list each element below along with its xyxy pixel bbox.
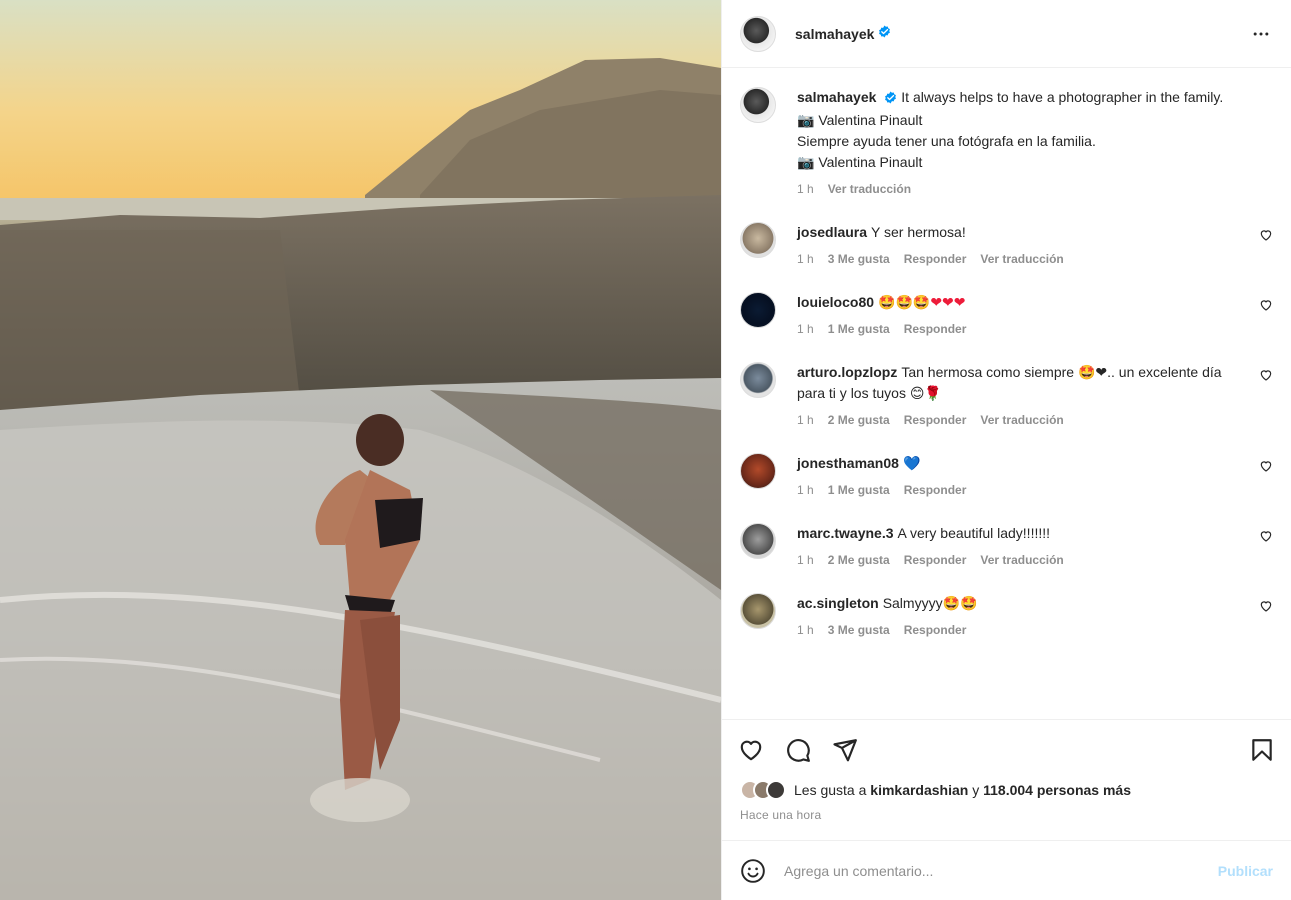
- likes-count[interactable]: 1 Me gusta: [828, 483, 890, 497]
- bookmark-icon[interactable]: [1249, 737, 1275, 763]
- comment-username[interactable]: josedlaura: [797, 224, 867, 240]
- caption-username[interactable]: salmahayek: [797, 89, 876, 105]
- caption-line: It always helps to have a photographer i…: [901, 89, 1224, 105]
- verified-badge-icon: [884, 89, 897, 110]
- reply-button[interactable]: Responder: [904, 623, 967, 637]
- caption-text: salmahayek It always helps to have a pho…: [797, 87, 1243, 173]
- translate-link[interactable]: Ver traducción: [980, 553, 1063, 567]
- post-timestamp: Hace una hora: [740, 808, 822, 822]
- heart-icon[interactable]: [1259, 599, 1273, 618]
- comment-text: 💙: [902, 455, 921, 471]
- comment-icon[interactable]: [785, 737, 811, 763]
- publish-button[interactable]: Publicar: [1218, 863, 1273, 879]
- verified-badge-icon: [878, 25, 891, 43]
- translate-link[interactable]: Ver traducción: [980, 252, 1063, 266]
- comment-username[interactable]: jonesthaman08: [797, 455, 899, 471]
- comment-row: jonesthaman08 💙 1 h 1 Me gusta Responder: [740, 453, 1273, 497]
- heart-icon[interactable]: [1259, 298, 1273, 317]
- liker-username[interactable]: kimkardashian: [870, 782, 968, 798]
- caption-line: Siempre ayuda tener una fotógrafa en la …: [797, 133, 1096, 149]
- reply-button[interactable]: Responder: [904, 322, 967, 336]
- likes-count[interactable]: 2 Me gusta: [828, 553, 890, 567]
- comment-text: Salmyyyy🤩🤩: [882, 595, 978, 611]
- comment-row: marc.twayne.3 A very beautiful lady!!!!!!…: [740, 523, 1273, 567]
- timestamp: 1 h: [797, 483, 814, 497]
- translate-link[interactable]: Ver traducción: [980, 413, 1063, 427]
- avatar[interactable]: [740, 222, 776, 258]
- likes-prefix: Les gusta a: [794, 782, 867, 798]
- post-actions: [722, 719, 1291, 779]
- post-caption: salmahayek It always helps to have a pho…: [740, 87, 1273, 196]
- beach-photo: [0, 0, 721, 900]
- comment-username[interactable]: marc.twayne.3: [797, 525, 894, 541]
- post-side-panel: salmahayek salmahayek It always helps to…: [721, 0, 1291, 900]
- comment-text: Y ser hermosa!: [871, 224, 966, 240]
- comment-username[interactable]: ac.singleton: [797, 595, 879, 611]
- avatar: [766, 780, 786, 800]
- timestamp: 1 h: [797, 182, 814, 196]
- translate-link[interactable]: Ver traducción: [828, 182, 911, 196]
- timestamp: 1 h: [797, 553, 814, 567]
- liker-avatars: [740, 780, 786, 800]
- post-header: salmahayek: [722, 0, 1291, 68]
- comments-list[interactable]: salmahayek It always helps to have a pho…: [722, 69, 1291, 719]
- caption-meta: 1 h Ver traducción: [797, 182, 1243, 196]
- comment-input[interactable]: [784, 862, 1218, 879]
- caption-line: 📷 Valentina Pinault: [797, 154, 923, 170]
- avatar[interactable]: [740, 453, 776, 489]
- send-icon[interactable]: [832, 737, 858, 763]
- caption-line: 📷 Valentina Pinault: [797, 112, 923, 128]
- timestamp: 1 h: [797, 413, 814, 427]
- avatar[interactable]: [740, 87, 776, 123]
- reply-button[interactable]: Responder: [904, 483, 967, 497]
- avatar[interactable]: [740, 15, 776, 52]
- heart-icon[interactable]: [738, 737, 764, 763]
- comment-username[interactable]: arturo.lopzlopz: [797, 364, 897, 380]
- timestamp: 1 h: [797, 623, 814, 637]
- comment-text: A very beautiful lady!!!!!!!: [897, 525, 1051, 541]
- comment-text: 🤩🤩🤩❤❤❤: [878, 294, 966, 310]
- avatar[interactable]: [740, 523, 776, 559]
- header-username[interactable]: salmahayek: [795, 26, 874, 42]
- timestamp: 1 h: [797, 252, 814, 266]
- heart-icon[interactable]: [1259, 459, 1273, 478]
- likes-count[interactable]: 3 Me gusta: [828, 623, 890, 637]
- likes-count-link[interactable]: 118.004 personas más: [983, 782, 1131, 798]
- comment-row: louieloco80 🤩🤩🤩❤❤❤ 1 h 1 Me gusta Respond…: [740, 292, 1273, 336]
- reply-button[interactable]: Responder: [904, 413, 967, 427]
- likes-summary: Les gusta a kimkardashian y 118.004 pers…: [740, 780, 1273, 800]
- more-horizontal-icon[interactable]: [1249, 22, 1273, 46]
- reply-button[interactable]: Responder: [904, 553, 967, 567]
- likes-count[interactable]: 2 Me gusta: [828, 413, 890, 427]
- likes-count[interactable]: 3 Me gusta: [828, 252, 890, 266]
- avatar[interactable]: [740, 292, 776, 328]
- heart-icon[interactable]: [1259, 228, 1273, 247]
- comment-row: arturo.lopzlopz Tan hermosa como siempre …: [740, 362, 1273, 427]
- comment-row: ac.singleton Salmyyyy🤩🤩 1 h 3 Me gusta Re…: [740, 593, 1273, 637]
- reply-button[interactable]: Responder: [904, 252, 967, 266]
- avatar[interactable]: [740, 593, 776, 629]
- comment-composer: Publicar: [722, 840, 1291, 900]
- likes-count[interactable]: 1 Me gusta: [828, 322, 890, 336]
- avatar[interactable]: [740, 362, 776, 398]
- heart-icon[interactable]: [1259, 529, 1273, 548]
- timestamp: 1 h: [797, 322, 814, 336]
- comment-row: josedlaura Y ser hermosa! 1 h 3 Me gusta …: [740, 222, 1273, 266]
- post-photo[interactable]: [0, 0, 721, 900]
- likes-connector: y: [972, 782, 980, 798]
- heart-icon[interactable]: [1259, 368, 1273, 387]
- comment-username[interactable]: louieloco80: [797, 294, 874, 310]
- smiley-icon[interactable]: [740, 858, 766, 884]
